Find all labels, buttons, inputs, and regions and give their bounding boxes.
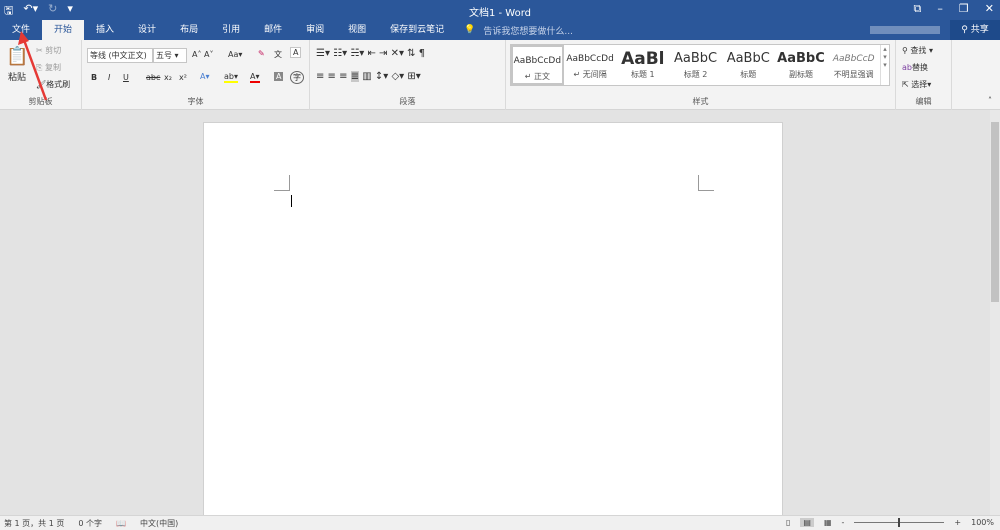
annotation-arrow: [18, 31, 48, 101]
arrow-head: [18, 31, 29, 45]
arrow-shaft: [22, 39, 48, 101]
